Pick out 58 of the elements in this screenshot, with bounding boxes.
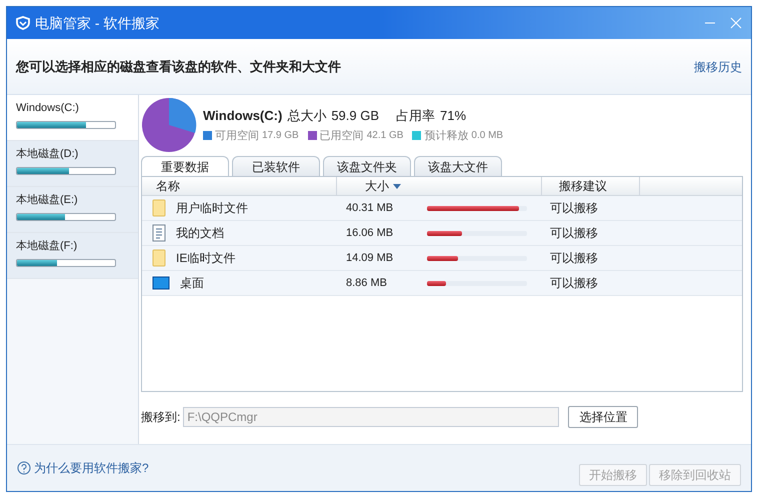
- table-row[interactable]: 桌面 8.86 MB 可以搬移: [142, 271, 742, 296]
- move-advice: 可以搬移: [549, 225, 598, 242]
- tab[interactable]: 已装软件: [232, 156, 320, 176]
- folder-icon: [152, 249, 166, 267]
- usage-value: 71%: [440, 107, 466, 125]
- file-size: 14.09 MB: [345, 250, 394, 266]
- move-advice: 可以搬移: [549, 200, 598, 217]
- history-link[interactable]: 搬移历史: [694, 58, 742, 76]
- tab[interactable]: 重要数据: [141, 156, 229, 176]
- total-value: 59.9 GB: [331, 107, 380, 125]
- choose-location-button[interactable]: 选择位置: [568, 406, 638, 428]
- table-row[interactable]: IE临时文件 14.09 MB 可以搬移: [142, 246, 742, 271]
- usage-label: 占用率: [396, 107, 436, 125]
- file-name: 我的文档: [176, 225, 224, 242]
- file-size: 16.06 MB: [345, 226, 394, 241]
- tab[interactable]: 该盘文件夹: [323, 156, 411, 176]
- move-advice: 可以搬移: [549, 275, 598, 292]
- drive-name: Windows(C:): [16, 101, 80, 116]
- file-size: 40.31 MB: [345, 200, 394, 216]
- legend-value: 42.1 GB: [366, 129, 404, 144]
- drive-name: 本地磁盘(F:): [16, 239, 78, 254]
- help-icon[interactable]: [17, 461, 31, 475]
- close-icon[interactable]: [729, 16, 743, 30]
- column-header[interactable]: 名称: [142, 177, 337, 195]
- monitor-icon: [152, 276, 170, 290]
- column-header[interactable]: 大小: [337, 177, 542, 195]
- folder-icon: [152, 199, 166, 217]
- move-advice: 可以搬移: [549, 250, 598, 267]
- target-label: 搬移到:: [141, 409, 180, 426]
- file-name: 用户临时文件: [176, 200, 248, 217]
- legend-value: 0.0 MB: [471, 129, 504, 144]
- drive-item[interactable]: Windows(C:): [7, 95, 138, 141]
- table-row[interactable]: 我的文档 16.06 MB 可以搬移: [142, 221, 742, 246]
- header-text: 您可以选择相应的磁盘查看该盘的软件、文件夹和大文件: [16, 58, 341, 76]
- legend-value: 17.9 GB: [262, 129, 299, 144]
- shield-icon: [15, 15, 31, 31]
- help-link[interactable]: 为什么要用软件搬家?: [34, 459, 149, 477]
- table-row[interactable]: 用户临时文件 40.31 MB 可以搬移: [142, 196, 742, 221]
- drive-item[interactable]: 本地磁盘(F:): [7, 233, 138, 279]
- legend-label: 已用空间: [320, 128, 364, 144]
- legend-label: 可用空间: [215, 128, 259, 144]
- legend-label: 预计释放: [424, 128, 468, 144]
- drive-item[interactable]: 本地磁盘(E:): [7, 187, 138, 233]
- drive-name: 本地磁盘(D:): [16, 147, 80, 162]
- file-name: 桌面: [180, 275, 204, 292]
- column-title: 大小: [365, 178, 389, 195]
- drive-item[interactable]: 本地磁盘(D:): [7, 141, 138, 187]
- window-title: 电脑管家 - 软件搬家: [35, 14, 160, 32]
- drive-title: Windows(C:): [203, 107, 282, 125]
- drive-name: 本地磁盘(E:): [16, 193, 79, 208]
- column-header[interactable]: 搬移建议: [542, 177, 640, 195]
- file-size: 8.86 MB: [345, 276, 388, 291]
- file-name: IE临时文件: [176, 250, 236, 267]
- sort-icon: [393, 184, 401, 188]
- total-label: 总大小: [287, 107, 326, 125]
- document-icon: [152, 224, 166, 242]
- tab[interactable]: 该盘大文件: [414, 156, 502, 176]
- pie-chart-icon: [141, 97, 197, 153]
